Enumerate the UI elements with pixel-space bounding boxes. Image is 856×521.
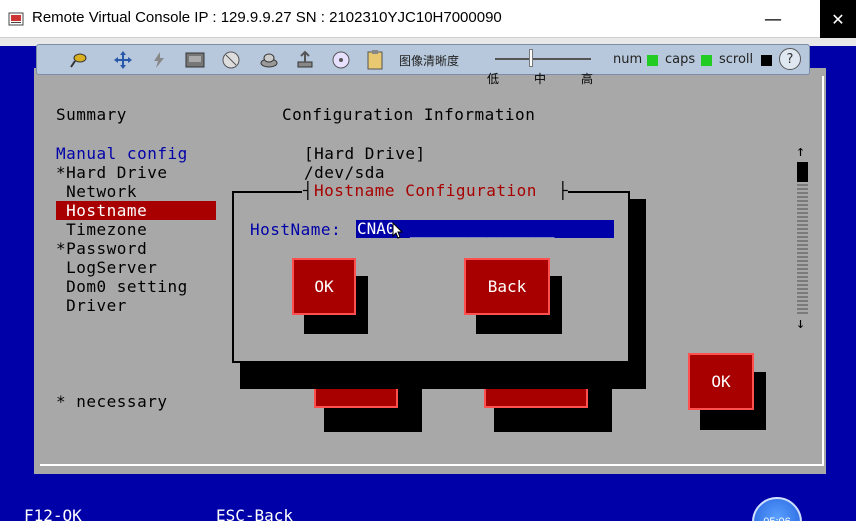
- scrollbar-track[interactable]: [797, 182, 808, 314]
- quality-slider-thumb[interactable]: [529, 49, 533, 67]
- hostname-fill: _______________: [410, 219, 555, 238]
- hostname-value: CNA0: [357, 219, 396, 238]
- pin-icon[interactable]: [67, 48, 91, 72]
- info-hard-drive: [Hard Drive]: [304, 144, 426, 163]
- menu-item-network[interactable]: Network: [56, 182, 137, 201]
- menu-item-logserver[interactable]: LogServer: [56, 258, 157, 277]
- app-icon: [8, 12, 24, 26]
- disc-icon[interactable]: [219, 48, 243, 72]
- dialog-back-button[interactable]: Back: [464, 258, 550, 315]
- scroll-lock-indicator: [761, 55, 772, 66]
- menu-item-timezone[interactable]: Timezone: [56, 220, 147, 239]
- clip-icon[interactable]: [363, 48, 387, 72]
- menu-item-hostname[interactable]: Hostname: [56, 201, 147, 220]
- summary-heading: Summary: [56, 105, 127, 124]
- clock-badge: 05:06: [752, 497, 802, 521]
- dialog-title-bracket-right: ├: [558, 181, 569, 200]
- window-title: Remote Virtual Console IP : 129.9.9.27 S…: [32, 9, 502, 26]
- menu-item-driver[interactable]: Driver: [56, 296, 127, 315]
- move-icon[interactable]: [111, 48, 135, 72]
- necessary-note: * necessary: [56, 392, 168, 411]
- main-ok-button[interactable]: OK: [688, 353, 754, 410]
- scroll-down-icon[interactable]: ↓: [796, 314, 805, 332]
- quality-high-label: 高: [581, 72, 594, 86]
- help-button[interactable]: ?: [779, 48, 801, 70]
- menu-title: Manual config: [56, 144, 188, 163]
- power-icon[interactable]: [147, 48, 171, 72]
- dialog-title: Hostname Configuration: [314, 181, 537, 200]
- close-button[interactable]: ✕: [820, 0, 856, 38]
- caps-lock-label: caps: [665, 52, 696, 67]
- dialog-title-bracket-left: ┤: [303, 181, 314, 200]
- window-titlebar: Remote Virtual Console IP : 129.9.9.27 S…: [0, 0, 856, 38]
- num-lock-indicator: [647, 55, 658, 66]
- keyboard-icon[interactable]: [183, 48, 207, 72]
- footer-esc-hint: ESC-Back: [216, 506, 294, 521]
- quality-slider-track[interactable]: [495, 58, 591, 60]
- menu-item-password[interactable]: *Password: [56, 239, 147, 258]
- menu-item-dom0[interactable]: Dom0 setting: [56, 277, 188, 296]
- config-info-heading: Configuration Information: [282, 105, 536, 124]
- scroll-up-icon[interactable]: ↑: [796, 142, 805, 160]
- image-quality-label: 图像清晰度: [399, 54, 460, 68]
- minimize-button[interactable]: —: [748, 0, 798, 38]
- quality-low-label: 低: [487, 72, 500, 86]
- usb-icon[interactable]: [293, 48, 317, 72]
- mouse-cursor-icon: [392, 222, 404, 239]
- menu-item-hard-drive[interactable]: *Hard Drive: [56, 163, 167, 182]
- drive-icon[interactable]: [257, 48, 281, 72]
- quality-mid-label: 中: [534, 72, 547, 86]
- caps-lock-indicator: [701, 55, 712, 66]
- dialog-ok-button[interactable]: OK: [292, 258, 356, 315]
- footer-f12-hint: F12-OK: [24, 506, 82, 521]
- hostname-label: HostName:: [250, 220, 342, 239]
- scroll-lock-label: scroll: [719, 52, 754, 67]
- num-lock-label: num: [613, 52, 643, 67]
- cd-icon[interactable]: [329, 48, 353, 72]
- kvm-toolbar: 图像清晰度 num caps scroll ?: [36, 44, 810, 75]
- scrollbar-thumb[interactable]: [797, 162, 808, 182]
